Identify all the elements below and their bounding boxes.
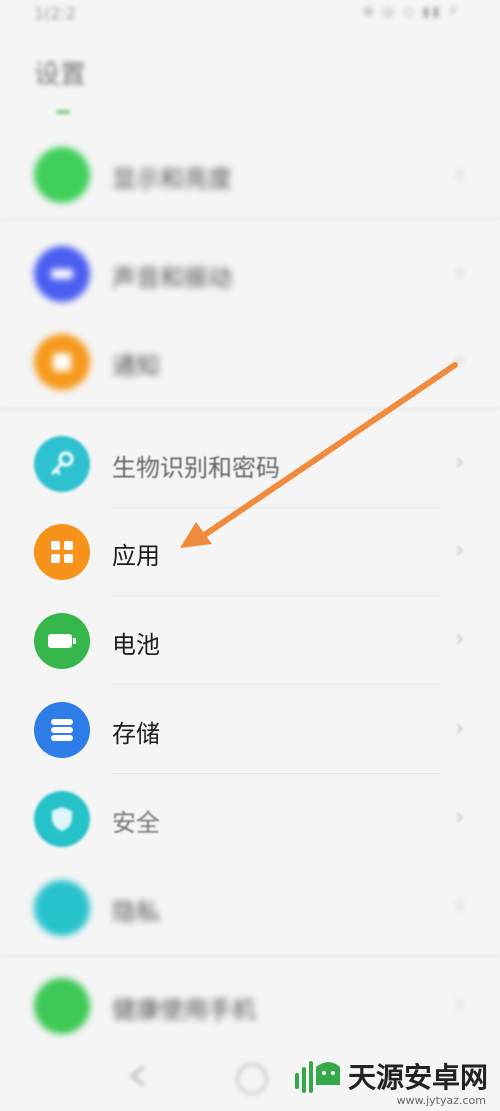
bell-icon [34,334,90,390]
watermark: 天源安卓网 www.jytyaz.com [292,1051,492,1107]
settings-item-label: 生物识别和密码 [112,454,280,482]
settings-item-label: 安全 [112,809,160,837]
status-time: 1(2:2 [34,4,77,23]
watermark-text: 天源安卓网 [348,1061,489,1094]
settings-item-biometrics[interactable]: 生物识别和密码 › [0,420,500,508]
row-divider [112,684,440,685]
chevron-right-icon: › [455,805,464,830]
chevron-right-icon: › [455,538,464,563]
settings-item-label: 健康使用手机 [112,996,256,1024]
status-icons: ⊕ ◎ ◇ ▮▮ ⚡ [362,4,460,20]
settings-item-digital-wellbeing[interactable]: 健康使用手机 › [0,962,500,1050]
settings-item-label: 应用 [112,542,160,570]
section-divider [0,955,500,957]
settings-item-apps[interactable]: 应用 › [0,508,500,596]
sound-icon [34,246,90,302]
settings-item-display[interactable]: 显示和亮度 › [0,131,500,219]
settings-item-storage[interactable]: 存储 › [0,686,500,774]
android-logo-icon [295,1061,340,1093]
hourglass-icon [34,978,90,1034]
settings-item-label: 声音和振动 [112,264,232,292]
section-divider [0,218,500,220]
status-bar: 1(2:2 ⊕ ◎ ◇ ▮▮ ⚡ [0,0,500,40]
chevron-right-icon: › [455,348,464,373]
watermark-url: www.jytyaz.com [396,1094,486,1107]
chevron-right-icon: › [455,992,464,1017]
settings-item-label: 显示和亮度 [112,165,232,193]
row-divider [112,595,440,596]
key-icon [34,436,90,492]
page-title: 设置 [34,60,87,90]
row-divider [112,773,440,774]
shield-icon [34,791,90,847]
settings-item-label: 电池 [112,631,160,659]
settings-item-battery[interactable]: 电池 › [0,597,500,685]
apps-grid-icon [34,524,90,580]
display-icon [34,147,90,203]
storage-icon [34,702,90,758]
settings-item-sound[interactable]: 声音和振动 › [0,230,500,318]
chevron-right-icon: › [455,716,464,741]
settings-item-notifications[interactable]: 通知 › [0,318,500,406]
settings-item-label: 存储 [112,720,160,748]
chevron-right-icon: › [455,260,464,285]
chevron-right-icon: › [455,627,464,652]
chevron-right-icon: › [455,161,464,186]
title-indicator [56,110,70,114]
settings-item-privacy[interactable]: 隐私 › [0,864,500,952]
section-divider [0,408,500,410]
home-icon[interactable] [236,1063,268,1095]
chevron-right-icon: › [455,894,464,919]
chevron-right-icon: › [455,450,464,475]
back-icon[interactable] [128,1065,150,1087]
settings-item-security[interactable]: 安全 › [0,775,500,863]
battery-icon [34,613,90,669]
settings-item-label: 通知 [112,352,160,380]
settings-item-label: 隐私 [112,898,160,926]
privacy-icon [34,880,90,936]
